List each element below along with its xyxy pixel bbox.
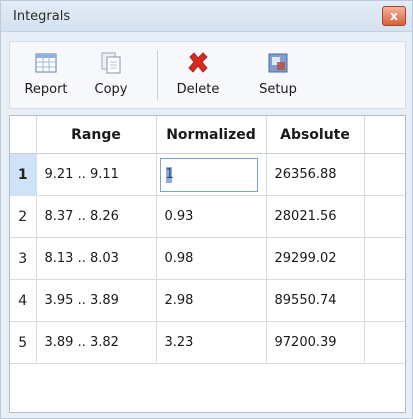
- delete-label: Delete: [176, 82, 220, 97]
- absolute-cell[interactable]: 28021.56: [266, 195, 365, 238]
- header-filler: [364, 116, 405, 154]
- title-bar[interactable]: Integrals x: [1, 1, 412, 32]
- normalized-cell[interactable]: 3.23: [156, 321, 267, 364]
- table-row[interactable]: 1 9.21 .. 9.11 1 26356.88: [10, 153, 405, 196]
- normalized-edit-input[interactable]: 1: [159, 157, 258, 192]
- close-button[interactable]: x: [382, 6, 406, 26]
- table-row[interactable]: 4 3.95 .. 3.89 2.98 89550.74: [10, 279, 405, 322]
- integrals-window: Integrals x Report Copy Delete Setup Ran…: [0, 0, 413, 419]
- table-row[interactable]: 3 8.13 .. 8.03 0.98 29299.02: [10, 237, 405, 280]
- report-label: Report: [24, 82, 68, 97]
- table-row[interactable]: 5 3.89 .. 3.82 3.23 97200.39: [10, 321, 405, 364]
- normalized-cell[interactable]: 0.98: [156, 237, 267, 280]
- corner-cell[interactable]: [10, 116, 37, 154]
- table-report-icon: [35, 53, 57, 73]
- delete-button[interactable]: Delete: [170, 44, 226, 104]
- row-number[interactable]: 2: [10, 195, 37, 238]
- range-cell[interactable]: 8.37 .. 8.26: [36, 195, 157, 238]
- report-button[interactable]: Report: [18, 44, 74, 104]
- row-number[interactable]: 5: [10, 321, 37, 364]
- range-cell[interactable]: 3.89 .. 3.82: [36, 321, 157, 364]
- column-header-absolute[interactable]: Absolute: [266, 116, 365, 154]
- window-title: Integrals: [13, 9, 71, 24]
- setup-button[interactable]: Setup: [250, 44, 306, 104]
- absolute-cell[interactable]: 97200.39: [266, 321, 365, 364]
- normalized-cell[interactable]: 1: [156, 153, 267, 196]
- setup-label: Setup: [259, 82, 297, 97]
- range-cell[interactable]: 9.21 .. 9.11: [36, 153, 157, 196]
- toolbar: Report Copy Delete Setup: [9, 41, 406, 109]
- copy-button[interactable]: Copy: [86, 44, 136, 104]
- absolute-cell[interactable]: 26356.88: [266, 153, 365, 196]
- table-row[interactable]: 2 8.37 .. 8.26 0.93 28021.56: [10, 195, 405, 238]
- row-filler: [364, 321, 405, 364]
- row-number[interactable]: 1: [10, 153, 37, 196]
- column-header-normalized[interactable]: Normalized: [156, 116, 267, 154]
- normalized-cell[interactable]: 2.98: [156, 279, 267, 322]
- row-filler: [364, 279, 405, 322]
- integrals-table: Range Normalized Absolute 1 9.21 .. 9.11…: [10, 116, 405, 364]
- row-filler: [364, 153, 405, 196]
- absolute-cell[interactable]: 89550.74: [266, 279, 365, 322]
- range-cell[interactable]: 3.95 .. 3.89: [36, 279, 157, 322]
- integrals-grid: Range Normalized Absolute 1 9.21 .. 9.11…: [9, 115, 406, 413]
- row-filler: [364, 195, 405, 238]
- header-row: Range Normalized Absolute: [10, 116, 405, 154]
- copy-label: Copy: [94, 82, 128, 97]
- row-number[interactable]: 3: [10, 237, 37, 280]
- delete-x-icon: [188, 52, 208, 73]
- column-header-range[interactable]: Range: [36, 116, 157, 154]
- absolute-cell[interactable]: 29299.02: [266, 237, 365, 280]
- row-filler: [364, 237, 405, 280]
- normalized-cell[interactable]: 0.93: [156, 195, 267, 238]
- close-icon: x: [390, 9, 398, 23]
- setup-icon: [268, 53, 288, 73]
- copy-icon: [101, 52, 121, 74]
- row-number[interactable]: 4: [10, 279, 37, 322]
- range-cell[interactable]: 8.13 .. 8.03: [36, 237, 157, 280]
- toolbar-separator: [157, 50, 158, 100]
- text-cursor: [165, 166, 172, 183]
